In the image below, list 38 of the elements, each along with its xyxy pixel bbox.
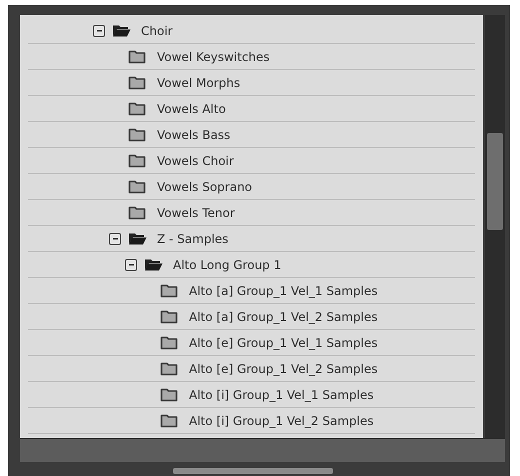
folder-label[interactable]: Vowel Keyswitches [157,50,270,64]
folder-label[interactable]: Z - Samples [157,232,228,246]
folder-label[interactable]: Alto [a] Group_1 Vel_1 Samples [189,284,378,298]
open-folder-icon [128,231,147,246]
folder-label[interactable]: Alto [a] Group_1 Vel_2 Samples [189,310,378,324]
folder-icon [128,153,147,168]
folder-icon [160,309,179,324]
folder-icon [128,75,147,90]
folder-label[interactable]: Vowels Soprano [157,180,252,194]
open-folder-icon [112,23,131,38]
folder-icon [128,101,147,116]
folder-icon [128,127,147,142]
folder-label[interactable]: Vowels Alto [157,102,226,116]
folder-label[interactable]: Alto [e] Group_1 Vel_1 Samples [189,336,378,350]
folder-label[interactable]: Vowel Morphs [157,76,240,90]
folder-icon [160,335,179,350]
collapse-button[interactable] [125,258,137,270]
folder-label[interactable]: Alto [i] Group_1 Vel_1 Samples [189,388,374,402]
collapse-button[interactable] [109,232,121,244]
folder-label[interactable]: Vowels Bass [157,128,230,142]
folder-label[interactable]: Alto [i] Group_1 Vel_2 Samples [189,414,374,428]
folder-icon [160,283,179,298]
resize-handle[interactable] [172,468,332,474]
folder-label[interactable]: Alto [e] Group_1 Vel_2 Samples [189,362,378,376]
folder-label[interactable]: Alto Long Group 1 [173,258,282,272]
folder-icon [128,179,147,194]
collapse-button[interactable] [93,24,105,36]
folder-icon [128,49,147,64]
folder-icon [128,205,147,220]
scrollbar-thumb[interactable] [487,133,503,230]
open-folder-icon [144,257,163,272]
folder-label[interactable]: Choir [141,24,173,38]
folder-icon [160,413,179,428]
folder-label[interactable]: Vowels Tenor [157,206,235,220]
scrollbar-track[interactable] [485,15,505,438]
folder-label[interactable]: Vowels Choir [157,154,234,168]
folder-icon [160,387,179,402]
folder-icon [160,361,179,376]
